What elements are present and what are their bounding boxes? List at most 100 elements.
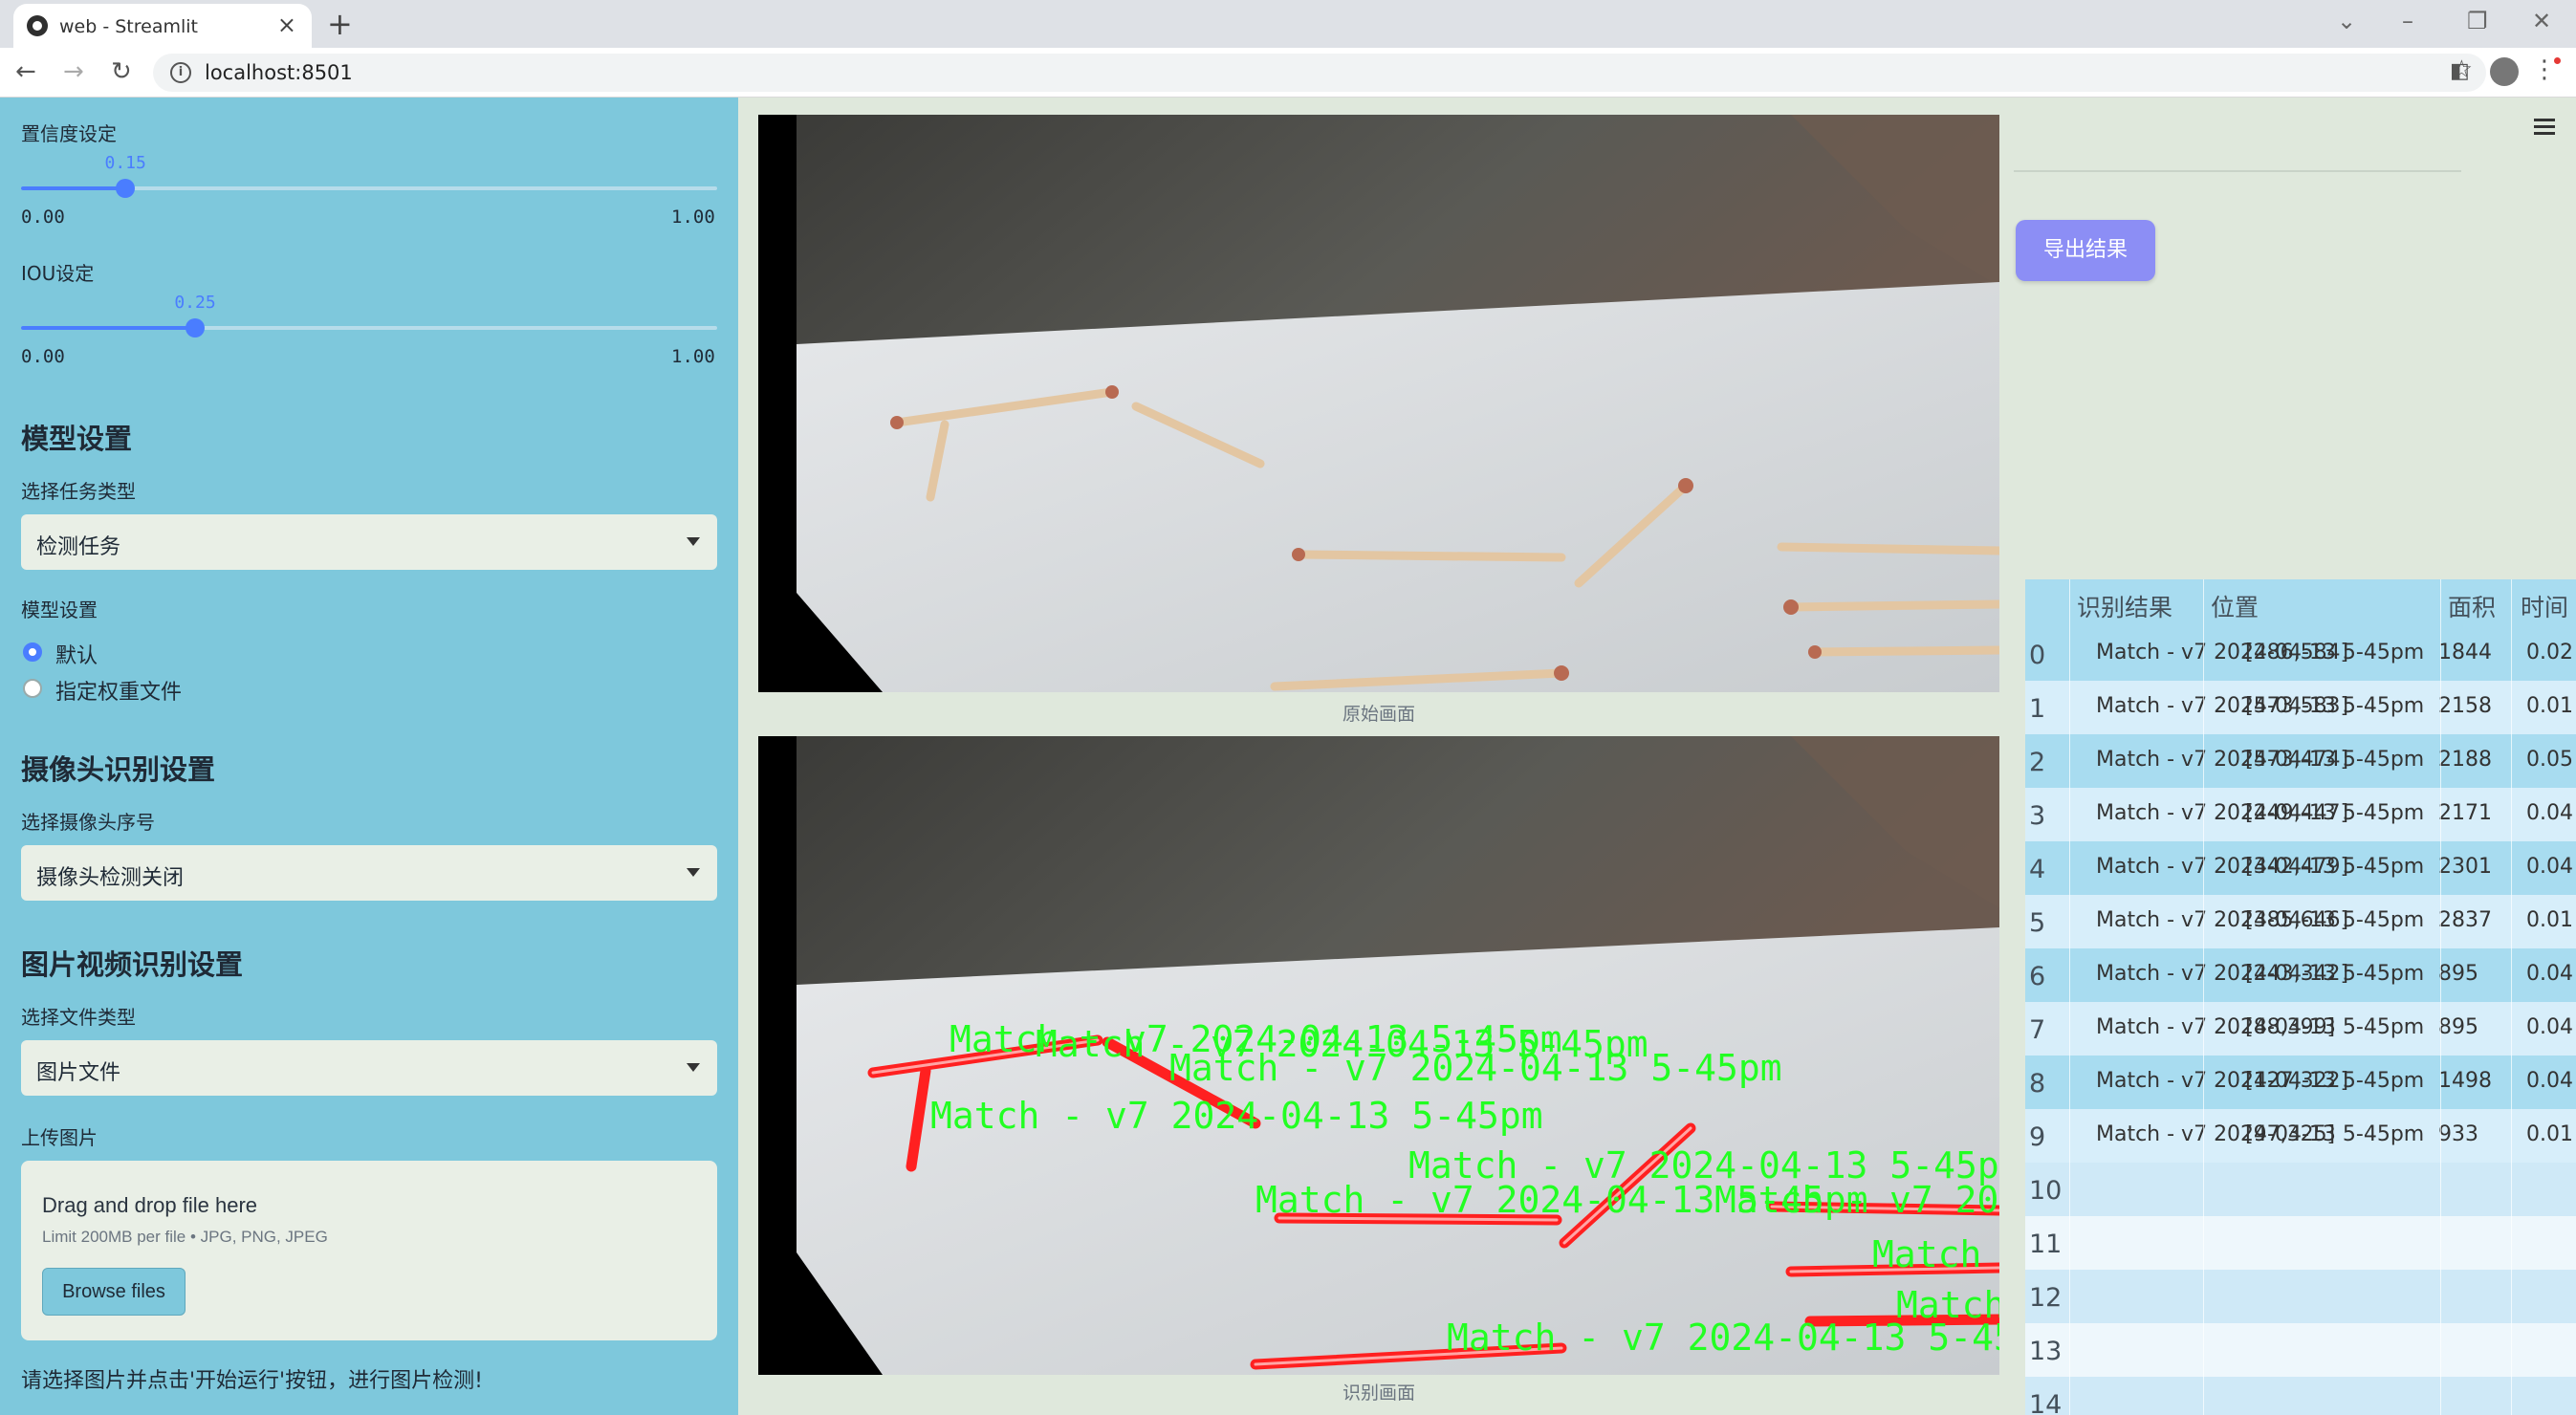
cell-area: 933	[2438, 1122, 2478, 1146]
forward-icon[interactable]: →	[63, 57, 84, 86]
task-type-select[interactable]: 检测任务	[21, 514, 717, 570]
profile-avatar-icon[interactable]	[2490, 57, 2519, 86]
iou-label: IOU设定	[21, 262, 95, 285]
row-index: 1	[2029, 694, 2046, 724]
tab-search-chevron-icon[interactable]: ⌄	[2337, 8, 2356, 34]
upload-label: 上传图片	[21, 1126, 98, 1149]
cell-time: 0.01	[2526, 908, 2573, 932]
header-position[interactable]: 位置	[2211, 589, 2259, 623]
results-table[interactable]: 识别结果 位置 面积 时间 0 Match - v7 2024-04-13 5-4…	[2025, 579, 2576, 1415]
browser-tab-bar: web - Streamlit × + ⌄ – ❐ ✕	[0, 0, 2576, 48]
confidence-slider-thumb[interactable]	[116, 179, 136, 198]
row-index: 13	[2029, 1337, 2063, 1366]
browse-files-button[interactable]: Browse files	[42, 1268, 186, 1316]
browser-menu-icon[interactable]: ⋮	[2532, 55, 2561, 84]
chevron-down-icon	[687, 537, 700, 546]
cell-time: 0.04	[2526, 801, 2573, 825]
browser-tab[interactable]: web - Streamlit ×	[13, 4, 312, 48]
table-row[interactable]: 8 Match - v7 2024-04-13 5-45pm [127,322] 14…	[2025, 1056, 2576, 1109]
iou-value: 0.25	[174, 293, 216, 313]
row-index: 9	[2029, 1122, 2046, 1152]
header-result[interactable]: 识别结果	[2077, 589, 2172, 623]
detection-label: Match - v7 2024-04-13 5-45pm	[1714, 1179, 1999, 1221]
export-results-button[interactable]: 导出结果	[2016, 220, 2155, 281]
cell-position: [127,322]	[2245, 1069, 2349, 1093]
cell-area: 2158	[2438, 694, 2492, 718]
model-option-label: 模型设置	[21, 599, 98, 621]
detection-label: Match - v7 2024-04-13 5-45pm	[1169, 1047, 1782, 1089]
row-index: 12	[2029, 1283, 2063, 1313]
file-dropzone[interactable]: Drag and drop file here Limit 200MB per …	[21, 1161, 717, 1340]
cell-position: [286,584]	[2245, 641, 2349, 664]
table-row[interactable]: 5 Match - v7 2024-04-13 5-45pm [385,646] 28…	[2025, 895, 2576, 948]
cell-time: 0.04	[2526, 855, 2573, 879]
result-image: Match - v7 2024-04-13 5-45pm Match - v7 …	[758, 736, 1999, 1375]
cell-area: 895	[2438, 962, 2478, 986]
dropzone-title: Drag and drop file here	[42, 1193, 258, 1217]
cell-area: 2301	[2438, 855, 2492, 879]
site-info-icon[interactable]: i	[170, 62, 191, 83]
header-time[interactable]: 时间	[2521, 589, 2568, 623]
table-row[interactable]: 6 Match - v7 2024-04-13 5-45pm [243,342] 89…	[2025, 948, 2576, 1002]
header-area[interactable]: 面积	[2448, 589, 2496, 623]
omnibox[interactable]: i localhost:8501	[153, 54, 2486, 92]
new-tab-icon[interactable]: +	[327, 6, 353, 42]
table-row[interactable]: 10	[2025, 1163, 2576, 1216]
radio-default-label[interactable]: 默认	[55, 639, 98, 669]
table-row[interactable]: 12	[2025, 1270, 2576, 1323]
cell-position: [97,325]	[2245, 1122, 2336, 1146]
tab-close-icon[interactable]: ×	[277, 11, 296, 38]
row-index: 14	[2029, 1390, 2063, 1415]
iou-max: 1.00	[671, 346, 715, 367]
cell-time: 0.02	[2526, 641, 2573, 664]
camera-select-value: 摄像头检测关闭	[36, 866, 185, 890]
table-row[interactable]: 2 Match - v7 2024-04-13 5-45pm [573,474] 21…	[2025, 734, 2576, 788]
iou-slider[interactable]	[21, 318, 717, 337]
camera-select[interactable]: 摄像头检测关闭	[21, 845, 717, 901]
row-index: 2	[2029, 748, 2046, 777]
reload-icon[interactable]: ↻	[111, 57, 132, 86]
camera-index-label: 选择摄像头序号	[21, 811, 155, 834]
cell-time: 0.01	[2526, 1122, 2573, 1146]
table-row[interactable]: 4 Match - v7 2024-04-13 5-45pm [342,479] 23…	[2025, 841, 2576, 895]
table-row[interactable]: 1 Match - v7 2024-04-13 5-45pm [573,583] 21…	[2025, 681, 2576, 734]
cell-area: 895	[2438, 1015, 2478, 1039]
minimize-icon[interactable]: –	[2402, 8, 2413, 34]
cell-area: 1498	[2438, 1069, 2492, 1093]
radio-custom-weights-label[interactable]: 指定权重文件	[55, 675, 182, 706]
iou-min: 0.00	[21, 346, 65, 367]
radio-custom-weights[interactable]	[23, 679, 42, 698]
table-row[interactable]: 11	[2025, 1216, 2576, 1270]
hamburger-menu-icon[interactable]	[2534, 119, 2555, 139]
table-row[interactable]: 7 Match - v7 2024-04-13 5-45pm [88,399] 895…	[2025, 1002, 2576, 1056]
confidence-value: 0.15	[104, 153, 146, 173]
table-row[interactable]: 3 Match - v7 2024-04-13 5-45pm [249,447] 21…	[2025, 788, 2576, 841]
cell-position: [573,583]	[2245, 694, 2349, 718]
row-index: 11	[2029, 1230, 2063, 1259]
window-close-icon[interactable]: ✕	[2532, 8, 2551, 34]
row-index: 4	[2029, 855, 2046, 884]
table-row[interactable]: 13	[2025, 1323, 2576, 1377]
confidence-slider-fill	[21, 186, 126, 190]
side-panel-icon[interactable]: ◧	[2450, 59, 2470, 83]
iou-slider-thumb[interactable]	[186, 318, 205, 337]
task-type-label: 选择任务类型	[21, 480, 136, 503]
radio-default[interactable]	[23, 642, 42, 662]
file-type-select[interactable]: 图片文件	[21, 1040, 717, 1096]
dropzone-limit: Limit 200MB per file • JPG, PNG, JPEG	[42, 1228, 328, 1246]
row-index: 10	[2029, 1176, 2063, 1206]
cell-area: 2837	[2438, 908, 2492, 932]
restore-icon[interactable]: ❐	[2467, 8, 2488, 34]
iou-slider-fill	[21, 326, 195, 330]
back-icon[interactable]: ←	[15, 57, 36, 86]
confidence-slider[interactable]	[21, 179, 717, 198]
table-row[interactable]: 0 Match - v7 2024-04-13 5-45pm [286,584] 18…	[2025, 627, 2576, 681]
result-image-caption: 识别画面	[1342, 1382, 1415, 1404]
task-type-value: 检测任务	[36, 535, 121, 559]
table-row[interactable]: 14	[2025, 1377, 2576, 1415]
url-text[interactable]: localhost:8501	[205, 61, 353, 84]
table-row[interactable]: 9 Match - v7 2024-04-13 5-45pm [97,325] 933…	[2025, 1109, 2576, 1163]
row-index: 7	[2029, 1015, 2046, 1045]
divider	[2014, 170, 2461, 172]
detection-label: Match - v7 2024-04-13 5-45pm	[1872, 1233, 1999, 1275]
